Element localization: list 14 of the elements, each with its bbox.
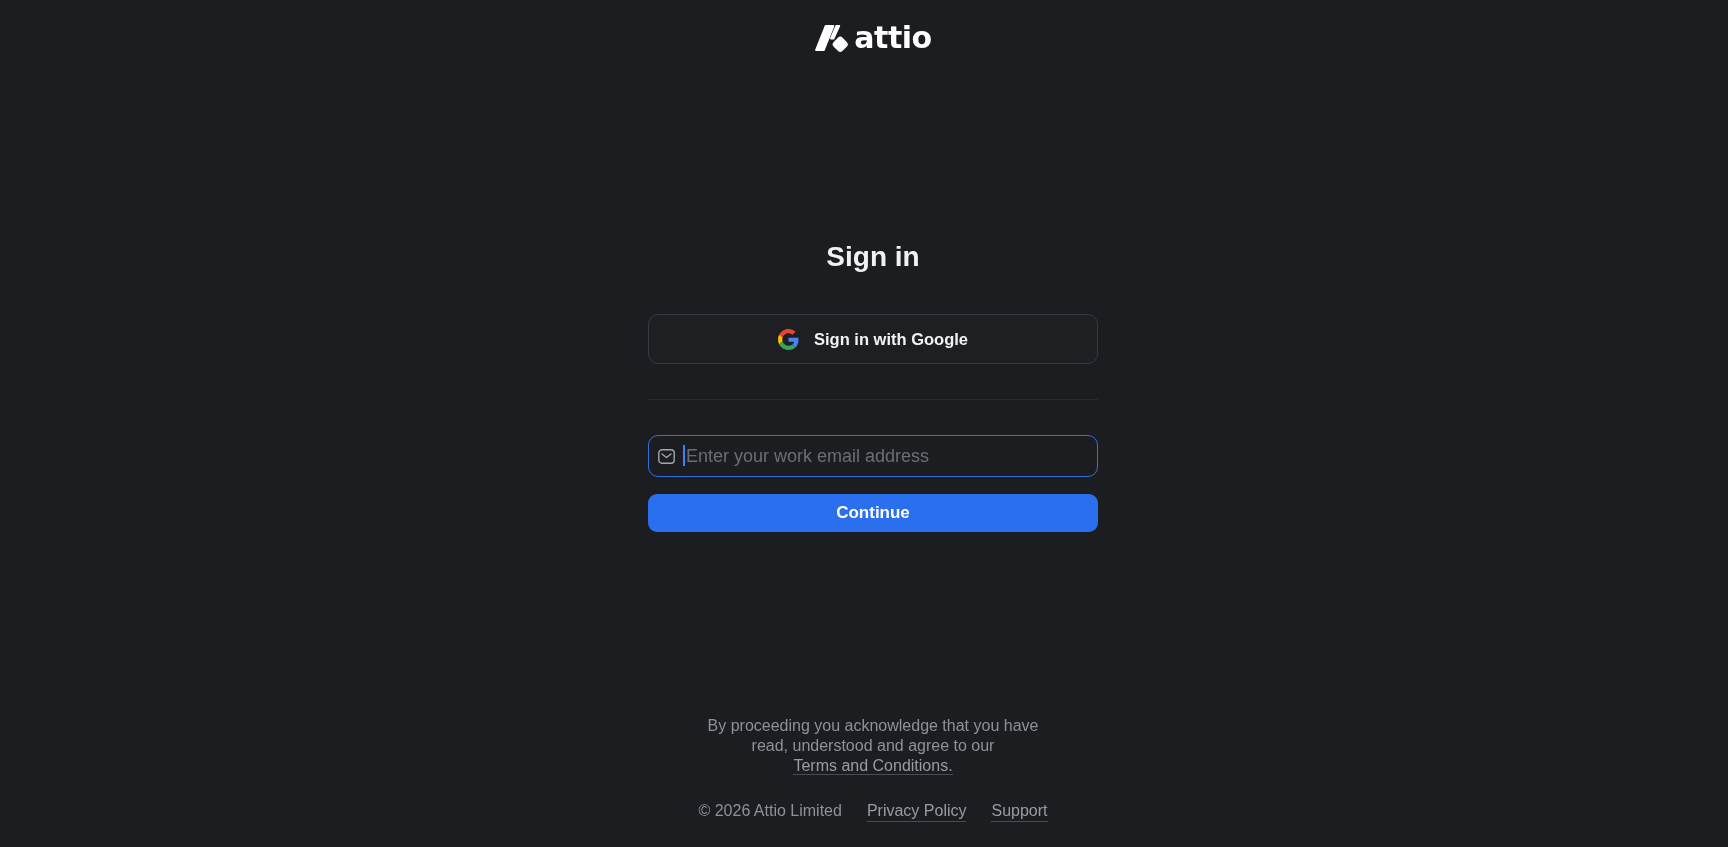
- footer-link[interactable]: Support: [991, 801, 1048, 822]
- email-input-field[interactable]: Enter your work email address: [648, 435, 1098, 477]
- copyright-text: © 2026 Attio Limited: [698, 801, 842, 821]
- logo-wordmark: attio: [854, 22, 932, 54]
- envelope-icon: [658, 449, 675, 464]
- text-cursor-icon: [683, 445, 685, 466]
- consent-notice: By proceeding you acknowledge that you have read, understood and agree to our Terms and Conditions.: [706, 716, 1040, 776]
- page-heading: Sign in: [826, 240, 920, 274]
- google-logo-icon: [778, 328, 799, 350]
- google-sign-in-button[interactable]: Sign in with Google: [648, 314, 1098, 364]
- continue-button[interactable]: Continue: [648, 494, 1098, 532]
- terms-link[interactable]: Terms and Conditions.: [793, 757, 953, 775]
- logo-mark-icon: [814, 23, 851, 53]
- footer-link[interactable]: Privacy Policy: [866, 801, 967, 822]
